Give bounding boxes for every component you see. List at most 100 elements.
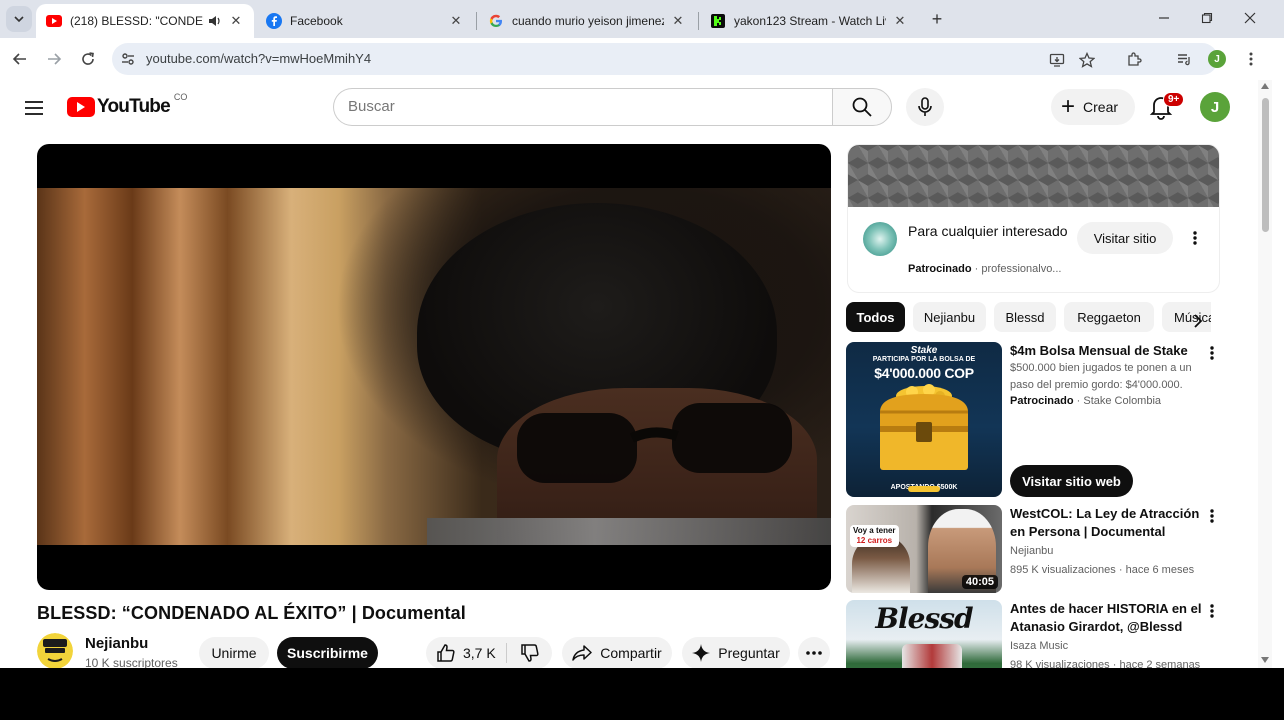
video-subject-glasses [517, 403, 792, 483]
treasure-chest-icon [880, 384, 968, 470]
minimize-icon[interactable] [1154, 8, 1174, 28]
video-duration: 40:05 [961, 575, 998, 589]
ask-button[interactable]: Preguntar [682, 637, 790, 668]
close-tab-icon[interactable]: ✕ [448, 13, 464, 29]
tab-search-button[interactable] [6, 6, 32, 32]
tab-title: cuando murio yeison jimenez - Buscar con… [512, 14, 664, 28]
thumb-brand: Stake [910, 345, 938, 356]
forward-icon[interactable] [42, 47, 66, 71]
sparkle-icon [692, 644, 711, 662]
channel-name[interactable]: Nejianbu [85, 635, 148, 652]
video-thumbnail[interactable]: Blessd [846, 600, 1002, 668]
back-icon[interactable] [8, 47, 32, 71]
rec-title[interactable]: $4m Bolsa Mensual de Stake [1010, 342, 1202, 360]
more-actions-button[interactable] [798, 637, 830, 668]
sponsored-recommendation[interactable]: Stake PARTICIPA POR LA BOLSA DE $4'000.0… [846, 342, 1226, 498]
page-scrollbar[interactable] [1258, 80, 1272, 668]
new-tab-button[interactable]: + [926, 8, 948, 30]
video-player[interactable] [37, 144, 831, 590]
chip-blessd[interactable]: Blessd [994, 302, 1056, 332]
close-tab-icon[interactable]: ✕ [228, 13, 244, 29]
search-box [333, 88, 833, 126]
rec-channel[interactable]: Nejianbu [1010, 545, 1053, 557]
rec-title[interactable]: Antes de hacer HISTORIA en el Atanasio G… [1010, 600, 1202, 636]
channel-avatar[interactable] [37, 633, 73, 668]
google-icon [488, 13, 504, 29]
thumb-caption-box: Voy a tener 12 carros [850, 525, 899, 547]
ad-title[interactable]: Para cualquier interesado [908, 221, 1078, 241]
speaker-icon[interactable] [208, 15, 222, 27]
restore-icon[interactable] [1197, 8, 1217, 28]
ad-banner-image[interactable] [848, 145, 1219, 207]
video-thumbnail[interactable]: Voy a tener 12 carros 40:05 [846, 505, 1002, 593]
browser-tab-kick[interactable]: yakon123 Stream - Watch Live on Kick ✕ [700, 4, 918, 38]
rec-stats: 895 K visualizaciones · hace 6 meses [1010, 564, 1194, 576]
chip-todos[interactable]: Todos [846, 302, 905, 332]
thumb-caption-line-1: Voy a tener [853, 526, 896, 535]
filter-chips: Todos Nejianbu Blessd Reggaeton Música [846, 302, 1211, 334]
thumb-amount: $4'000.000 COP [874, 365, 974, 381]
logo-wordmark: YouTube [97, 96, 171, 117]
meta-dot: · [1118, 564, 1126, 576]
advertiser-logo[interactable] [863, 222, 897, 256]
video-recommendation[interactable]: Voy a tener 12 carros 40:05 WestCOL: La … [846, 505, 1226, 593]
rec-description: $500.000 bien jugados te ponen a un paso… [1010, 362, 1192, 391]
visit-website-button[interactable]: Visitar sitio web [1010, 465, 1133, 497]
browser-menu-icon[interactable] [1241, 49, 1261, 69]
browser-profile-avatar[interactable]: J [1208, 50, 1226, 68]
rec-menu-icon[interactable] [1200, 341, 1224, 365]
chip-nejianbu[interactable]: Nejianbu [913, 302, 986, 332]
sponsored-label: Patrocinado [908, 263, 972, 275]
dislike-button[interactable] [508, 637, 552, 668]
youtube-play-icon [67, 97, 95, 117]
address-bar[interactable]: youtube.com/watch?v=mwHoeMmihY4 [112, 43, 1218, 75]
install-app-icon[interactable] [1048, 51, 1066, 69]
scroll-down-arrow-icon[interactable] [1261, 657, 1269, 663]
close-window-icon[interactable] [1240, 8, 1260, 28]
like-button[interactable]: 3,7 K [426, 637, 506, 668]
advertiser-name: Stake Colombia [1083, 395, 1162, 407]
browser-tab-google[interactable]: cuando murio yeison jimenez - Buscar con… [478, 4, 696, 38]
scrollbar-thumb[interactable] [1262, 98, 1269, 232]
more-horizontal-icon [806, 651, 822, 655]
thumb-people [902, 644, 962, 668]
browser-tab-facebook[interactable]: Facebook ✕ [256, 4, 474, 38]
voice-search-button[interactable] [906, 88, 944, 126]
join-button[interactable]: Unirme [199, 637, 269, 668]
video-recommendation[interactable]: Blessd Antes de hacer HISTORIA en el Ata… [846, 600, 1226, 668]
close-tab-icon[interactable]: ✕ [892, 13, 908, 29]
reload-icon[interactable] [76, 47, 100, 71]
account-avatar[interactable]: J [1200, 92, 1230, 122]
subscriber-count: 10 K suscriptores [85, 656, 178, 668]
scroll-up-arrow-icon[interactable] [1261, 83, 1269, 89]
ad-menu-icon[interactable] [1183, 226, 1207, 250]
facebook-icon [266, 13, 282, 29]
chevron-right-icon[interactable] [1186, 309, 1210, 333]
hamburger-menu-icon[interactable] [22, 96, 46, 120]
stake-ad-thumbnail[interactable]: Stake PARTICIPA POR LA BOLSA DE $4'000.0… [846, 342, 1002, 497]
search-button[interactable] [832, 88, 892, 126]
rec-title[interactable]: WestCOL: La Ley de Atracción en Persona … [1010, 505, 1202, 541]
video-frame[interactable] [37, 188, 831, 545]
create-button[interactable]: + Crear [1051, 89, 1135, 125]
media-control-icon[interactable] [1174, 49, 1194, 69]
bookmark-star-icon[interactable] [1078, 51, 1096, 69]
sponsored-ad-card[interactable]: Para cualquier interesado Patrocinado · … [847, 144, 1220, 293]
search-input[interactable] [348, 98, 818, 115]
rec-menu-icon[interactable] [1200, 599, 1224, 623]
rec-views: 895 K visualizaciones [1010, 564, 1116, 576]
subscribe-button[interactable]: Suscribirme [277, 637, 378, 668]
site-settings-icon[interactable] [120, 51, 136, 67]
chip-reggaeton[interactable]: Reggaeton [1064, 302, 1154, 332]
share-button[interactable]: Compartir [562, 637, 672, 668]
extensions-icon[interactable] [1124, 49, 1144, 69]
url-text: youtube.com/watch?v=mwHoeMmihY4 [146, 51, 372, 66]
youtube-logo[interactable]: YouTube CO [67, 92, 187, 118]
thumb-title-art: Blessd [875, 602, 973, 635]
browser-tab-youtube[interactable]: (218) BLESSD: "CONDENADO AL ÉXITO" | Doc… [36, 4, 254, 38]
visit-site-button[interactable]: Visitar sitio [1077, 222, 1173, 254]
rec-menu-icon[interactable] [1200, 504, 1224, 528]
rec-channel[interactable]: Isaza Music [1010, 640, 1068, 652]
close-tab-icon[interactable]: ✕ [670, 13, 686, 29]
rec-age: hace 2 semanas [1119, 659, 1201, 668]
